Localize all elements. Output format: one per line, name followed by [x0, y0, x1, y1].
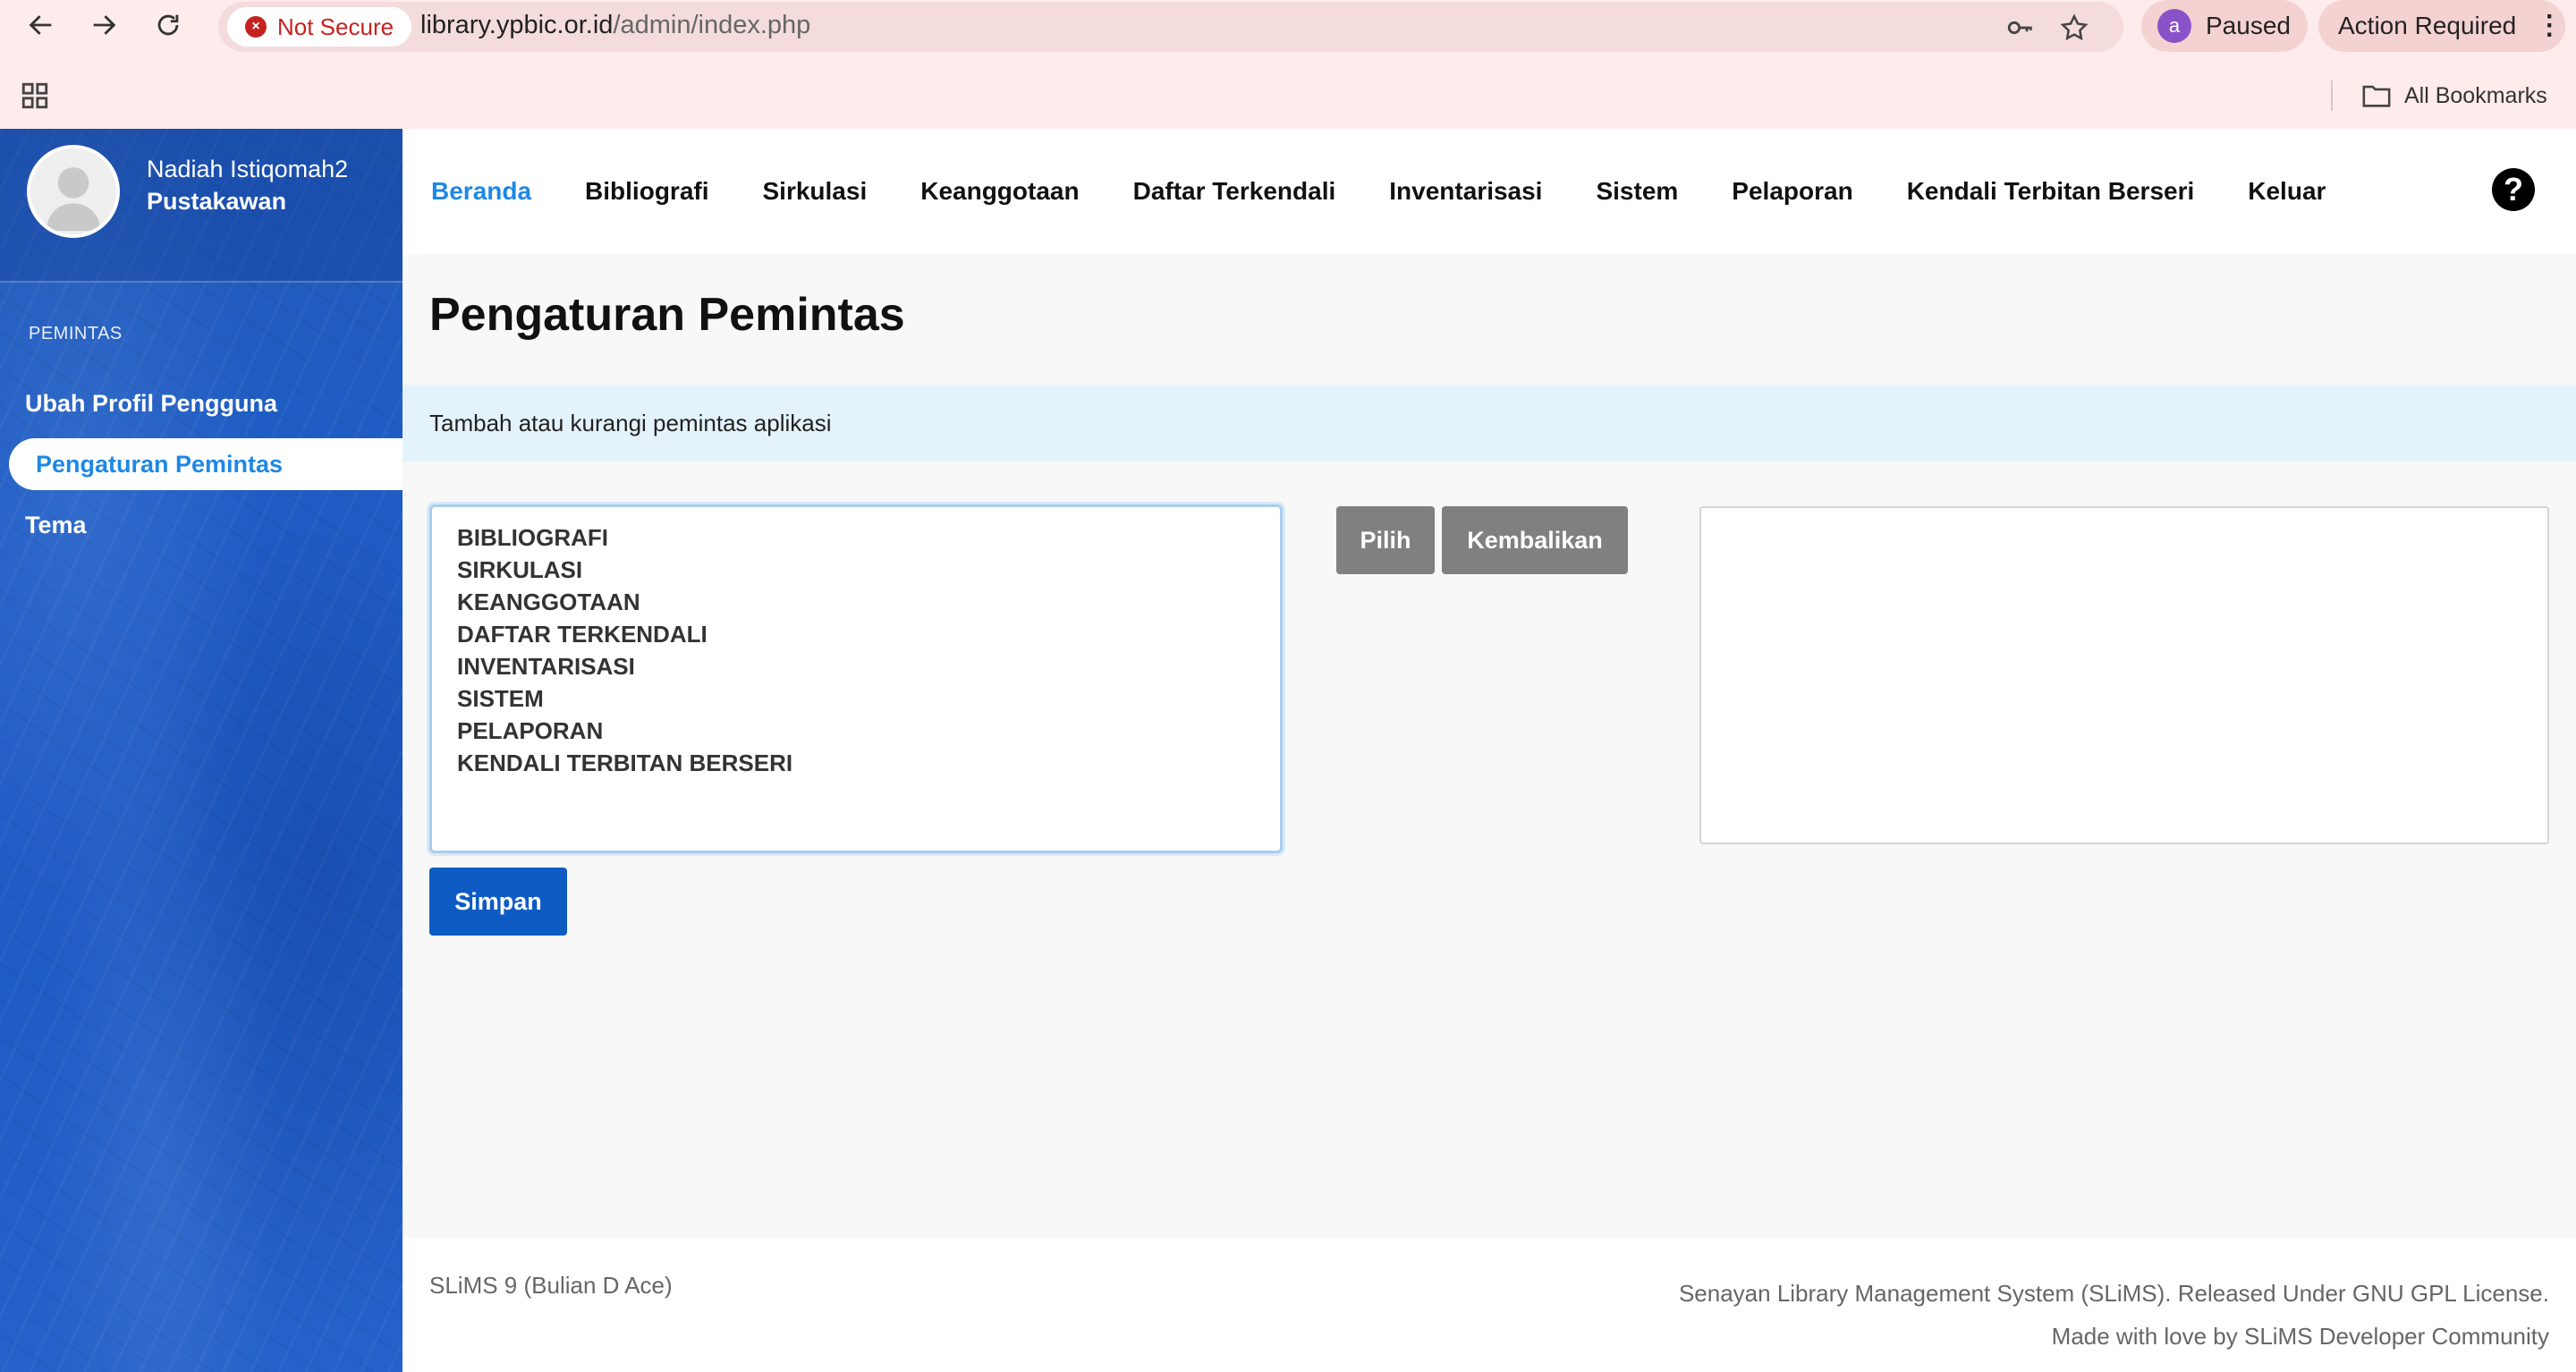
apps-grid-icon[interactable]	[20, 80, 50, 111]
top-navigation: Beranda Bibliografi Sirkulasi Keanggotaa…	[402, 129, 2576, 254]
reload-icon[interactable]	[148, 5, 188, 45]
page-title: Pengaturan Pemintas	[429, 289, 905, 341]
folder-icon	[2362, 85, 2391, 107]
footer: SLiMS 9 (Bulian D Ace) Senayan Library M…	[402, 1238, 2576, 1372]
action-required-chip[interactable]: Action Required ⋮	[2318, 0, 2565, 52]
footer-credits: Senayan Library Management System (SLiMS…	[1679, 1272, 2549, 1358]
profile-chip[interactable]: a Paused	[2141, 0, 2308, 52]
select-button[interactable]: Pilih	[1336, 506, 1435, 574]
list-item[interactable]: KENDALI TERBITAN BERSERI	[457, 747, 1255, 779]
list-item[interactable]: BIBLIOGRAFI	[457, 521, 1255, 554]
footer-license: Senayan Library Management System (SLiMS…	[1678, 1280, 2549, 1307]
help-icon[interactable]: ?	[2492, 168, 2535, 211]
nav-inventarisasi[interactable]: Inventarisasi	[1389, 177, 1542, 206]
profile-avatar: a	[2157, 9, 2191, 43]
warning-icon: ×	[245, 16, 267, 38]
nav-bibliografi[interactable]: Bibliografi	[585, 177, 708, 206]
security-label: Not Secure	[277, 13, 394, 40]
list-item[interactable]: PELAPORAN	[457, 715, 1255, 747]
list-item[interactable]: SISTEM	[457, 682, 1255, 715]
url-text[interactable]: library.ypbic.or.id/admin/index.php	[420, 11, 810, 40]
sidebar-item-theme[interactable]: Tema	[0, 499, 402, 551]
list-item[interactable]: DAFTAR TERKENDALI	[457, 618, 1255, 650]
user-silhouette-icon	[30, 148, 116, 234]
bookmarks-divider	[2331, 80, 2333, 111]
sidebar-section-label: PEMINTAS	[29, 324, 123, 343]
remove-button[interactable]: Kembalikan	[1442, 506, 1628, 574]
password-key-icon[interactable]	[2004, 11, 2038, 45]
nav-keluar[interactable]: Keluar	[2248, 177, 2326, 206]
forward-icon[interactable]	[84, 5, 123, 45]
bookmark-star-icon[interactable]	[2057, 11, 2091, 45]
browser-toolbar: × Not Secure library.ypbic.or.id/admin/i…	[0, 0, 2576, 129]
save-button[interactable]: Simpan	[429, 868, 567, 936]
nav-kendali-terbitan-berseri[interactable]: Kendali Terbitan Berseri	[1907, 177, 2195, 206]
sidebar-item-edit-profile[interactable]: Ubah Profil Pengguna	[0, 377, 402, 429]
address-bar[interactable]: × Not Secure library.ypbic.or.id/admin/i…	[218, 2, 2123, 52]
sidebar-item-shortcut-settings[interactable]: Pengaturan Pemintas	[9, 438, 402, 490]
back-icon[interactable]	[21, 5, 61, 45]
list-item[interactable]: SIRKULASI	[457, 554, 1255, 586]
nav-daftar-terkendali[interactable]: Daftar Terkendali	[1133, 177, 1336, 206]
nav-beranda[interactable]: Beranda	[431, 177, 531, 206]
nav-keanggotaan[interactable]: Keanggotaan	[920, 177, 1079, 206]
top-nav-menu: Beranda Bibliografi Sirkulasi Keanggotaa…	[431, 129, 2326, 254]
list-item[interactable]: INVENTARISASI	[457, 650, 1255, 682]
sidebar-background-texture	[0, 129, 402, 1372]
more-menu-icon[interactable]: ⋮	[2536, 13, 2563, 39]
nav-sistem[interactable]: Sistem	[1596, 177, 1678, 206]
user-role: Pustakawan	[147, 188, 287, 215]
all-bookmarks-label: All Bookmarks	[2404, 82, 2547, 108]
sidebar: Nadiah Istiqomah2 Pustakawan PEMINTAS Ub…	[0, 129, 402, 1372]
url-host: library.ypbic.or.id	[420, 11, 614, 39]
footer-version: SLiMS 9 (Bulian D Ace)	[429, 1272, 673, 1299]
url-path: /admin/index.php	[613, 11, 811, 39]
user-profile-block: Nadiah Istiqomah2 Pustakawan	[0, 129, 402, 283]
info-bar: Tambah atau kurangi pemintas aplikasi	[402, 385, 2576, 462]
all-bookmarks-button[interactable]: All Bookmarks	[2361, 80, 2547, 111]
info-text: Tambah atau kurangi pemintas aplikasi	[429, 409, 832, 436]
action-required-label: Action Required	[2338, 12, 2517, 39]
security-chip[interactable]: × Not Secure	[227, 7, 412, 47]
avatar[interactable]	[27, 145, 120, 238]
available-shortcuts-list[interactable]: BIBLIOGRAFI SIRKULASI KEANGGOTAAN DAFTAR…	[429, 504, 1283, 853]
user-name: Nadiah Istiqomah2	[147, 156, 349, 182]
nav-sirkulasi[interactable]: Sirkulasi	[763, 177, 868, 206]
profile-status: Paused	[2206, 12, 2291, 39]
nav-pelaporan[interactable]: Pelaporan	[1732, 177, 1852, 206]
list-item[interactable]: KEANGGOTAAN	[457, 586, 1255, 618]
selected-shortcuts-list[interactable]	[1699, 506, 2549, 844]
footer-credit: Made with love by SLiMS Developer Commun…	[2051, 1323, 2549, 1350]
